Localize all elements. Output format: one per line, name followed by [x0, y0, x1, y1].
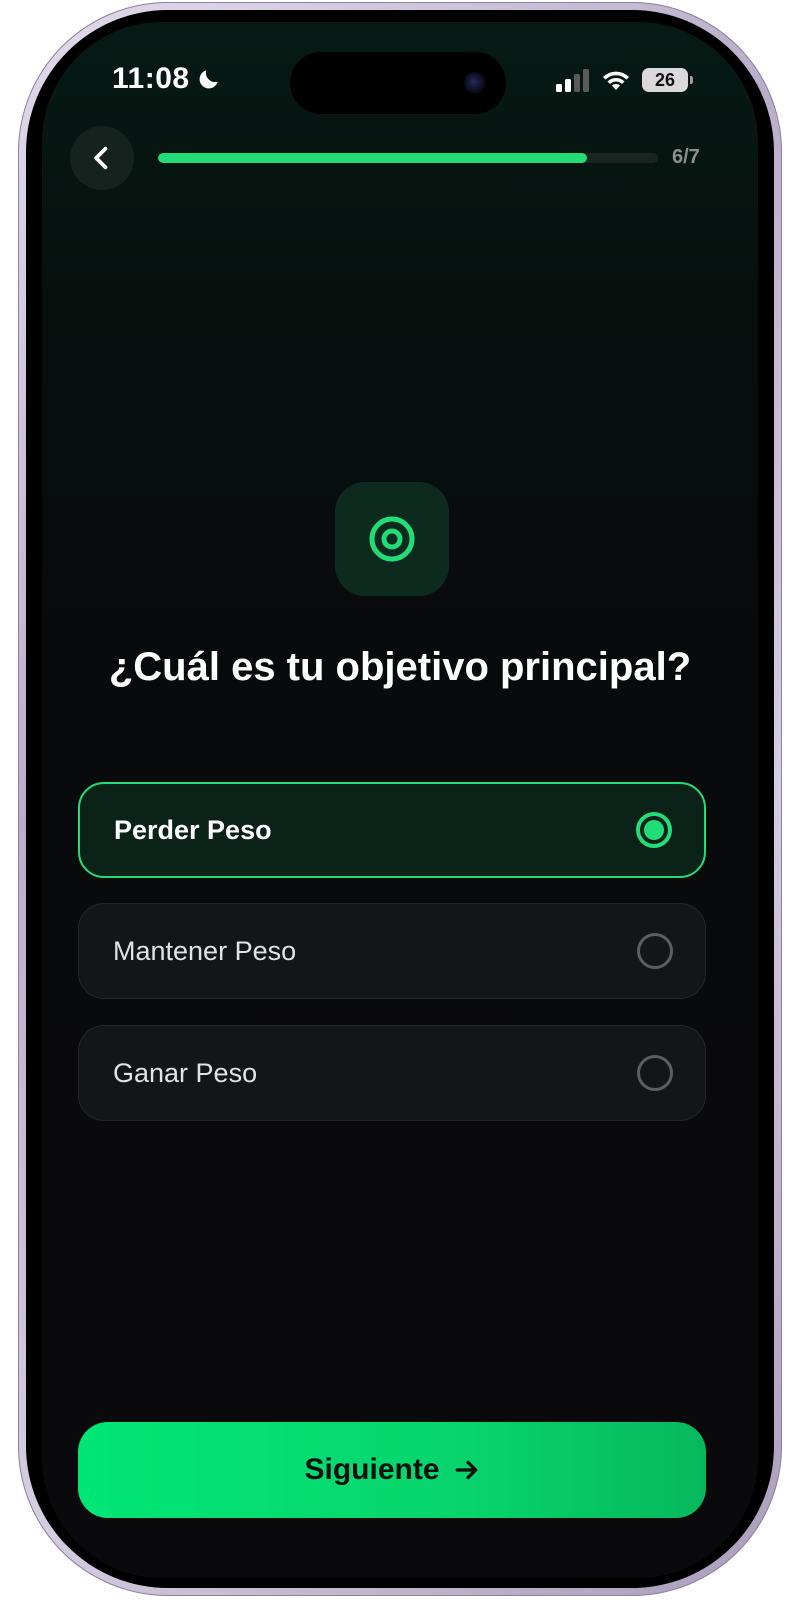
radio-unselected-icon[interactable]	[637, 933, 673, 969]
status-time-text: 11:08	[112, 62, 190, 95]
step-counter: 6/7	[672, 146, 700, 168]
wifi-icon	[603, 71, 629, 90]
radio-unselected-icon[interactable]	[637, 1055, 673, 1091]
option-perder-peso[interactable]: Perder Peso	[78, 782, 706, 878]
screen: 11:08 26 6/7 ¿Cuál es tu objetivo princi…	[42, 22, 758, 1578]
option-label: Perder Peso	[114, 814, 272, 845]
progress-fill	[158, 153, 587, 163]
option-label: Ganar Peso	[113, 1057, 258, 1088]
goal-icon-tile	[335, 482, 449, 596]
status-time: 11:08	[112, 62, 222, 96]
arrow-right-icon	[455, 1460, 477, 1480]
moon-icon	[199, 70, 218, 89]
next-button[interactable]: Siguiente	[78, 1422, 706, 1518]
question-title: ¿Cuál es tu objetivo principal?	[108, 645, 692, 689]
status-indicators: 26	[554, 68, 693, 92]
radio-selected-icon[interactable]	[636, 812, 672, 848]
option-ganar-peso[interactable]: Ganar Peso	[78, 1025, 706, 1121]
back-button[interactable]	[70, 126, 134, 190]
battery-level: 26	[654, 69, 676, 90]
front-camera	[464, 72, 486, 94]
next-button-label: Siguiente	[304, 1453, 440, 1486]
option-mantener-peso[interactable]: Mantener Peso	[78, 903, 706, 999]
battery-icon: 26	[642, 68, 693, 92]
option-label: Mantener Peso	[113, 935, 297, 966]
signal-icon	[556, 69, 589, 92]
target-icon	[369, 516, 415, 562]
dynamic-island	[290, 52, 506, 114]
chevron-left-icon	[94, 146, 108, 170]
progress-bar	[158, 153, 658, 163]
